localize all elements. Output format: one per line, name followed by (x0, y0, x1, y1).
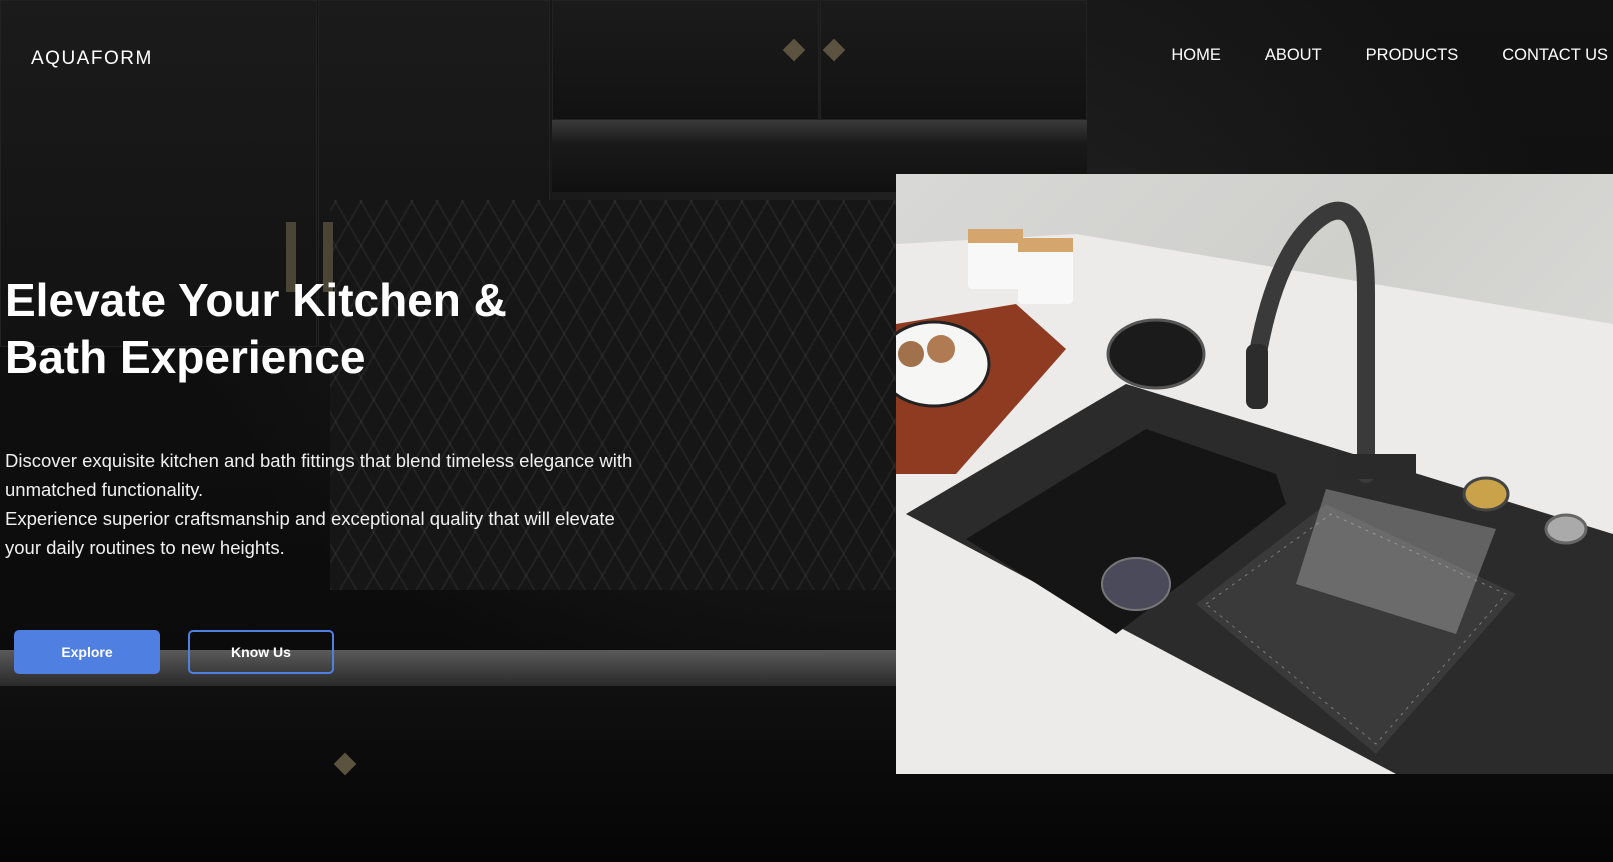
faucet-sprayer (1246, 344, 1268, 409)
page: AQUAFORM HOME ABOUT PRODUCTS CONTACT US … (0, 0, 1613, 862)
mushroom (927, 335, 955, 363)
nav-products[interactable]: PRODUCTS (1366, 46, 1459, 65)
explore-button[interactable]: Explore (14, 630, 160, 674)
gold-knob (1462, 476, 1510, 512)
hero-desc-line: your daily routines to new heights. (5, 537, 285, 558)
container-lid (1018, 238, 1073, 252)
site-header: AQUAFORM HOME ABOUT PRODUCTS CONTACT US (0, 0, 1613, 120)
hero-desc-line: Experience superior craftsmanship and ex… (5, 508, 615, 529)
hero-title-line: Bath Experience (5, 331, 366, 383)
nav-about[interactable]: ABOUT (1265, 46, 1322, 65)
nav-contact-us[interactable]: CONTACT US (1502, 46, 1608, 65)
range-hood (552, 120, 1087, 142)
hero-title: Elevate Your Kitchen & Bath Experience (5, 272, 605, 386)
steel-knob (1544, 513, 1588, 545)
nav-home[interactable]: HOME (1171, 46, 1221, 65)
product-image (896, 174, 1613, 774)
know-us-button[interactable]: Know Us (188, 630, 334, 674)
hero-title-line: Elevate Your Kitchen & (5, 274, 507, 326)
hero-desc-line: unmatched functionality. (5, 479, 204, 500)
mushroom (898, 341, 924, 367)
brand-logo[interactable]: AQUAFORM (31, 48, 153, 70)
hero-description: Discover exquisite kitchen and bath fitt… (5, 446, 705, 562)
faucet-base (1336, 454, 1416, 479)
glass-rinser (1106, 318, 1206, 390)
drain (1101, 557, 1171, 611)
main-nav: HOME ABOUT PRODUCTS CONTACT US (1127, 46, 1608, 65)
container-lid (968, 229, 1023, 243)
sink-illustration (896, 201, 1613, 774)
container (1018, 244, 1073, 304)
hero-desc-line: Discover exquisite kitchen and bath fitt… (5, 450, 633, 471)
